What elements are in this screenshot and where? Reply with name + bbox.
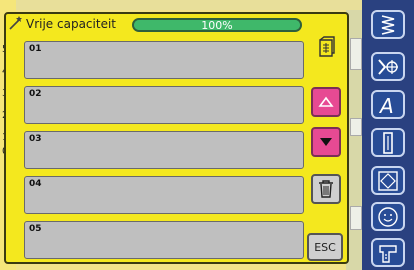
memory-slot-number: 04 xyxy=(29,179,42,189)
background-ruler xyxy=(350,206,362,230)
folder-icon xyxy=(319,36,335,57)
background-ruler xyxy=(350,118,362,136)
memory-slot[interactable]: 01 xyxy=(24,41,304,79)
stitch-zigzag-icon xyxy=(381,14,395,35)
memory-icon xyxy=(379,244,397,263)
memory-slot[interactable]: 05 xyxy=(24,221,304,259)
memory-slot[interactable]: 03 xyxy=(24,131,304,169)
decorative-stitch-button[interactable] xyxy=(371,52,405,81)
svg-text:A: A xyxy=(378,94,394,117)
delete-button[interactable] xyxy=(311,174,341,204)
personal-program-button[interactable] xyxy=(371,202,405,231)
memory-button[interactable] xyxy=(371,238,405,267)
background-ruler xyxy=(350,38,362,70)
trash-icon xyxy=(319,180,333,198)
memory-slot[interactable]: 02 xyxy=(24,86,304,124)
alphabet-icon: A xyxy=(378,94,394,117)
stitch-zigzag-button[interactable] xyxy=(371,10,405,39)
wand-icon xyxy=(9,16,22,30)
arrow-up-icon xyxy=(318,96,334,107)
memory-slot-number: 05 xyxy=(29,224,42,234)
memory-slot-number: 03 xyxy=(29,134,42,144)
buttonhole-button[interactable] xyxy=(371,128,405,157)
alphabet-button[interactable]: A xyxy=(371,90,405,119)
arrow-down-icon xyxy=(320,138,332,146)
scroll-down-button[interactable] xyxy=(311,127,341,157)
personal-program-icon xyxy=(378,206,398,227)
memory-dialog: Vrije capaciteit 100% 01 02 03 04 05 ESC xyxy=(4,12,349,264)
decorative-stitch-icon xyxy=(378,58,398,75)
esc-button[interactable]: ESC xyxy=(307,233,343,261)
memory-slot[interactable]: 04 xyxy=(24,176,304,214)
background-top-strip xyxy=(0,0,362,10)
dialog-title: Vrije capaciteit xyxy=(26,17,116,31)
capacity-progress-bar: 100% xyxy=(132,18,302,32)
quilt-icon xyxy=(378,170,398,191)
scroll-up-button[interactable] xyxy=(311,87,341,117)
folder-button[interactable] xyxy=(311,30,343,64)
tool-sidebar: A xyxy=(362,0,414,270)
quilt-button[interactable] xyxy=(371,166,405,195)
capacity-progress-text: 100% xyxy=(201,19,233,32)
memory-slot-number: 01 xyxy=(29,44,42,54)
buttonhole-icon xyxy=(383,131,393,154)
memory-slot-number: 02 xyxy=(29,89,42,99)
